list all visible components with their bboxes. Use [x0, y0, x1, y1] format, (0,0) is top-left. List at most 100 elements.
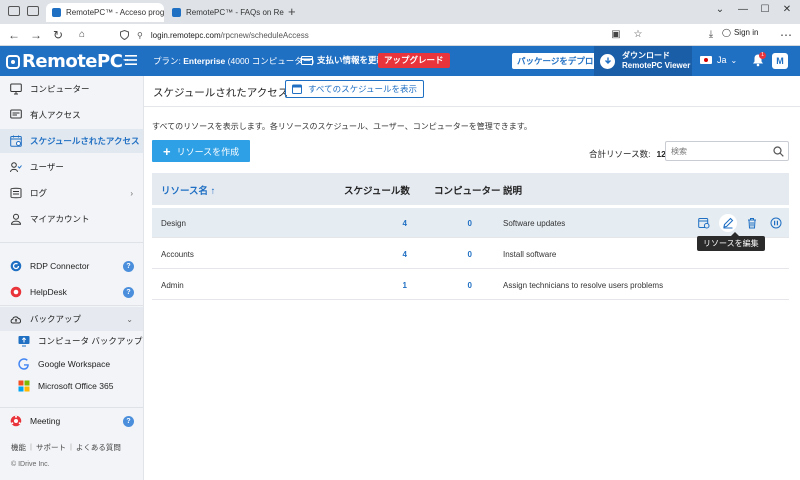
resource-description: Assign technicians to resolve users prob… [503, 281, 664, 290]
resource-name[interactable]: Accounts [161, 250, 194, 259]
language-selector[interactable]: Ja ⌄ [700, 55, 737, 65]
computer-count-link[interactable]: 0 [447, 250, 472, 259]
hamburger-menu-icon[interactable] [125, 55, 137, 65]
maximize-icon[interactable]: ☐ [755, 4, 775, 15]
bookmark-star-icon[interactable]: ☆ [630, 27, 646, 43]
home-icon[interactable]: ⌂ [74, 27, 90, 43]
resource-name[interactable]: Design [161, 219, 186, 228]
column-header-name[interactable]: リソース名 ↑ [161, 183, 215, 197]
refresh-icon[interactable]: ↻ [50, 27, 66, 43]
computer-count-link[interactable]: 0 [447, 281, 472, 290]
chevron-right-icon: › [130, 188, 133, 198]
pause-resource-button[interactable] [767, 214, 785, 232]
sidebar-item-microsoft-office-365[interactable]: Microsoft Office 365 [0, 374, 143, 398]
sidebar-item-label: 有人アクセス [30, 110, 81, 120]
sidebar-item-label: バックアップ [30, 314, 82, 324]
column-header-computers[interactable]: コンピューター [434, 183, 501, 197]
delete-resource-button[interactable] [743, 214, 761, 232]
schedule-count-link[interactable]: 1 [382, 281, 407, 290]
workspaces-icon[interactable] [27, 6, 39, 16]
plus-icon: + [163, 143, 171, 159]
table-row[interactable]: Admin 1 0 Assign technicians to resolve … [152, 270, 789, 300]
remotepc-logo[interactable]: RemotePC ™ [6, 51, 129, 72]
users-icon [10, 162, 22, 173]
table-row[interactable]: Accounts 4 0 Install software [152, 239, 789, 269]
deploy-package-button[interactable]: パッケージをデプロイ [512, 53, 607, 69]
sidebar-item-computers[interactable]: コンピューター [0, 77, 143, 101]
billing-label: 支払い情報を更新 [317, 55, 386, 65]
sidebar-item-helpdesk[interactable]: HelpDesk ? [0, 280, 143, 304]
footer-link-support[interactable]: サポート [36, 442, 66, 453]
google-icon [18, 358, 29, 370]
table-row[interactable]: Design 4 0 Software updates [152, 208, 789, 238]
sidebar-item-label: ユーザー [30, 162, 64, 172]
sidebar-item-computer-backup[interactable]: コンピュータ バックアップ [0, 329, 143, 353]
tab-actions-icon[interactable] [8, 6, 20, 16]
chevron-down-icon: ⌄ [730, 55, 738, 65]
close-window-icon[interactable]: ✕ [777, 4, 797, 15]
trash-icon [748, 218, 756, 229]
page-title: スケジュールされたアクセス [153, 87, 289, 99]
collapse-icon[interactable]: ⌄ [710, 4, 730, 15]
new-tab-icon[interactable]: + [288, 4, 296, 19]
minimize-icon[interactable]: — [733, 4, 753, 15]
sidebar-item-google-workspace[interactable]: Google Workspace [0, 352, 143, 376]
reader-view-icon[interactable]: ▣ [608, 27, 624, 43]
menu-dots-icon[interactable]: ⋯ [778, 27, 794, 43]
edit-resource-button[interactable] [719, 214, 737, 232]
update-billing-link[interactable]: 支払い情報を更新 [301, 54, 385, 66]
address-bar: ← → ↻ ⌂ ⚲ login.remotepc.com /rpcnew/sch… [0, 24, 800, 46]
search-icon[interactable] [773, 146, 784, 157]
site-info-icon[interactable]: ⚲ [137, 31, 143, 40]
copyright: © IDrive Inc. [11, 461, 50, 468]
forward-icon[interactable]: → [28, 27, 44, 43]
sidebar-divider [0, 242, 143, 243]
plan-info: プラン: Enterprise (4000 コンピューター) [153, 55, 314, 67]
upgrade-button[interactable]: アップグレード [378, 53, 450, 68]
japan-flag-icon [700, 56, 712, 64]
sidebar: コンピューター 有人アクセス スケジュールされたアクセス ユーザー ログ › マ… [0, 76, 144, 480]
sidebar-item-logs[interactable]: ログ › [0, 181, 143, 205]
column-header-schedules[interactable]: スケジュール数 [344, 183, 410, 197]
computer-count-link[interactable]: 0 [447, 219, 472, 228]
help-icon[interactable]: ? [123, 286, 134, 298]
view-all-schedules-button[interactable]: すべてのスケジュールを表示 [285, 80, 424, 98]
pencil-icon [723, 217, 734, 229]
user-avatar[interactable]: M [772, 53, 788, 69]
browser-tab[interactable]: RemotePC™ - FAQs on Remote ✕ [166, 3, 284, 22]
browser-tab-active[interactable]: RemotePC™ - Acceso programa ✕ [46, 3, 164, 22]
schedule-count-link[interactable]: 4 [382, 250, 407, 259]
create-resource-button[interactable]: + リソースを作成 [152, 140, 250, 162]
sidebar-item-my-account[interactable]: マイアカウント [0, 207, 143, 231]
resource-description: Software updates [503, 219, 566, 228]
schedule-action-button[interactable] [695, 214, 713, 232]
download-viewer-button[interactable]: ダウンロード RemotePC Viewer [594, 46, 692, 76]
office-icon [18, 380, 30, 392]
resource-name[interactable]: Admin [161, 281, 184, 290]
shield-icon [120, 30, 129, 40]
schedule-count-link[interactable]: 4 [382, 219, 407, 228]
help-icon[interactable]: ? [123, 415, 134, 427]
sidebar-item-attended-access[interactable]: 有人アクセス [0, 103, 143, 127]
language-label: Ja [717, 55, 727, 65]
total-resources: 合計リソース数: 12 [589, 148, 666, 160]
sidebar-item-label: コンピューター [30, 84, 90, 94]
search-input[interactable]: 検索 [665, 141, 789, 161]
sidebar-footer-links: 機能 | サポート | よくある質問 [11, 442, 121, 453]
sidebar-item-meeting[interactable]: Meeting ? [0, 409, 143, 433]
footer-link-features[interactable]: 機能 [11, 442, 26, 453]
calendar-icon [292, 84, 302, 94]
download-icon[interactable]: ⤓ [703, 27, 719, 43]
sidebar-item-scheduled-access[interactable]: スケジュールされたアクセス [0, 129, 143, 153]
sidebar-item-users[interactable]: ユーザー [0, 155, 143, 179]
sidebar-item-backup[interactable]: バックアップ ⌄ [0, 307, 143, 331]
profile-icon: ◯ [722, 28, 731, 37]
tab-title: RemotePC™ - FAQs on Remote [186, 8, 284, 17]
back-icon[interactable]: ← [6, 27, 22, 43]
sign-in-button[interactable]: ◯ Sign in [722, 28, 758, 37]
sidebar-item-rdp-connector[interactable]: RDP Connector ? [0, 254, 143, 278]
sidebar-item-label: HelpDesk [30, 287, 67, 297]
footer-link-faq[interactable]: よくある質問 [76, 442, 121, 453]
url-field[interactable]: ⚲ login.remotepc.com /rpcnew/scheduleAcc… [120, 27, 630, 43]
help-icon[interactable]: ? [123, 260, 134, 272]
